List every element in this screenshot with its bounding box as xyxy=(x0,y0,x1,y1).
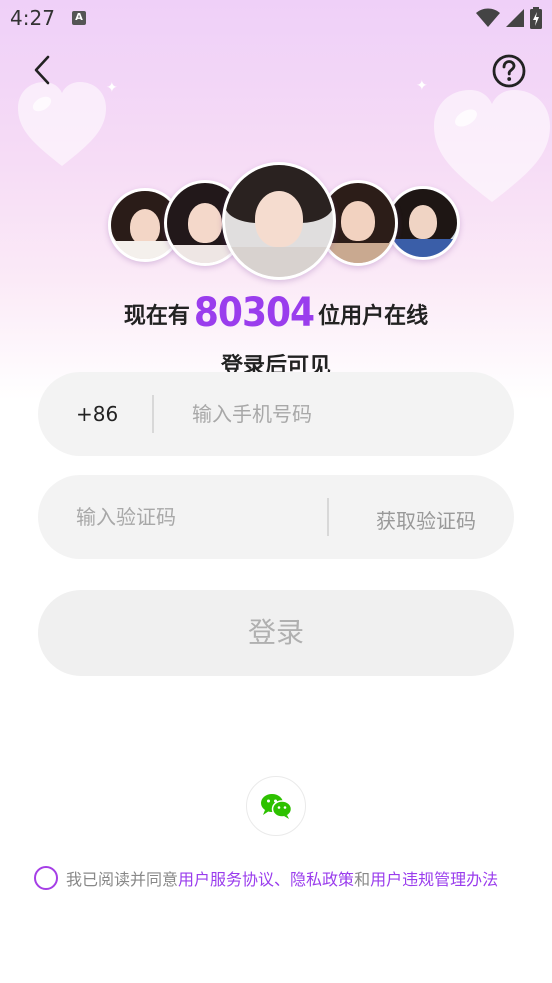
status-bar: 4:27 A xyxy=(0,0,552,36)
login-button[interactable]: 登录 xyxy=(38,590,514,676)
agreement-row: 我已阅读并同意 用户服务协议、隐私政策和用户违规管理办法 xyxy=(34,864,498,892)
wechat-login-button[interactable] xyxy=(246,776,306,836)
online-avatars xyxy=(0,160,552,290)
violation-rules-link[interactable]: 用户违规管理办法 xyxy=(370,866,498,890)
verification-code-field: 获取验证码 xyxy=(38,475,514,559)
chevron-left-icon xyxy=(34,55,50,85)
back-button[interactable] xyxy=(26,52,62,88)
login-to-view-text: 登录后可见 xyxy=(220,354,331,372)
wechat-icon xyxy=(261,794,293,819)
online-count-line: 现在有 80304 位用户在线 xyxy=(0,290,552,336)
status-time: 4:27 xyxy=(10,6,55,30)
sparkle-icon: ✦ xyxy=(106,80,118,96)
a-icon: A xyxy=(72,11,86,25)
divider xyxy=(327,498,329,536)
avatar-featured xyxy=(222,162,336,280)
online-suffix: 位用户在线 xyxy=(318,304,429,329)
heart-decoration-left xyxy=(18,82,106,166)
phone-input[interactable] xyxy=(192,394,492,434)
terms-of-service-link[interactable]: 用户服务协议 xyxy=(178,866,274,890)
online-count: 80304 xyxy=(193,290,315,336)
signal-icon xyxy=(506,9,524,27)
online-prefix: 现在有 xyxy=(123,304,190,329)
phone-field: +86 xyxy=(38,372,514,456)
question-circle-icon xyxy=(492,54,526,88)
privacy-policy-link[interactable]: 隐私政策 xyxy=(290,866,354,890)
wifi-icon xyxy=(476,8,500,27)
verification-code-input[interactable] xyxy=(76,497,316,537)
agreement-separator: 、 xyxy=(274,870,291,889)
agreement-prefix: 我已阅读并同意 xyxy=(66,870,179,889)
agreement-checkbox[interactable] xyxy=(34,866,58,890)
get-code-button[interactable]: 获取验证码 xyxy=(376,505,476,534)
status-icons xyxy=(476,6,542,30)
agreement-and: 和 xyxy=(354,870,371,889)
sparkle-icon: ✦ xyxy=(416,78,428,94)
help-button[interactable] xyxy=(490,52,528,90)
divider xyxy=(152,395,154,433)
country-code-selector[interactable]: +86 xyxy=(76,402,118,426)
battery-icon xyxy=(530,7,542,29)
